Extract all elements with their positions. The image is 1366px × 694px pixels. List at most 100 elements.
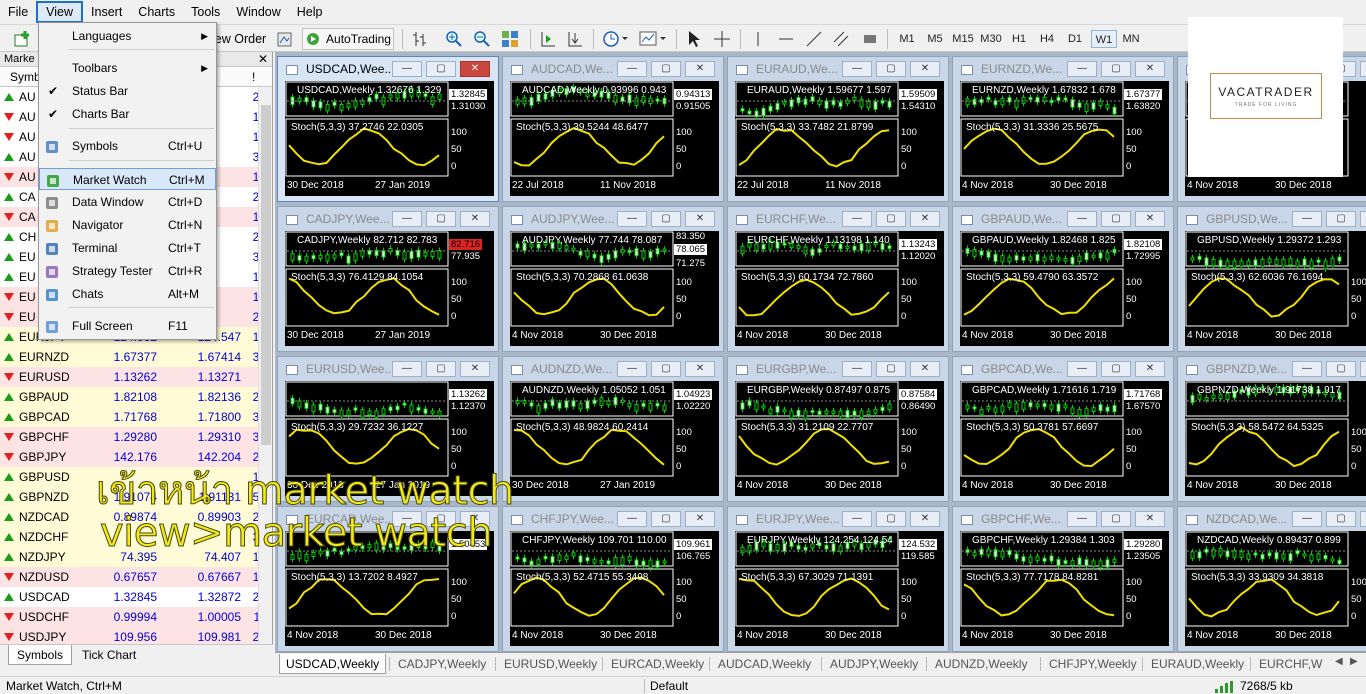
view-menu-languages[interactable]: Languages ▶	[39, 25, 216, 47]
timeframe-m15[interactable]: M15	[950, 30, 976, 48]
minimize-button[interactable]: —	[617, 511, 647, 527]
chart-window-title-bar[interactable]: EURCHF,We... — ▢ ✕	[732, 210, 946, 228]
view-menu-full-screen[interactable]: Full Screen F11	[39, 315, 216, 337]
chart-window-title-bar[interactable]: NZDCAD,We... —▢✕	[1182, 510, 1366, 528]
chart-window[interactable]: AUDJPY,Wee... — ▢ ✕ AUDJPY,Weekly 77.744 78.…	[502, 206, 724, 352]
market-watch-row[interactable]: GBPAUD1.821081.8213628	[0, 387, 272, 407]
maximize-button[interactable]: ▢	[1326, 511, 1356, 527]
chart-window[interactable]: AUDNZD,We... — ▢ ✕ AUDNZD,Weekly 1.05052 1.0…	[502, 356, 724, 502]
timeframe-m5[interactable]: M5	[922, 30, 948, 48]
chart-window-title-bar[interactable]: GBPAUD,We... — ▢ ✕	[957, 210, 1171, 228]
chart-window[interactable]: AUDCAD,We... — ▢ ✕ AUDCAD,Weekly 0.93996 0.9…	[502, 56, 724, 202]
chart-canvas[interactable]: AUDNZD,Weekly 1.05052 1.051 Stoch(5,3,3) …	[510, 381, 719, 496]
chart-window[interactable]: EURCHF,We... — ▢ ✕ EURCHF,Weekly 1.13198 1.1…	[727, 206, 949, 352]
chart-shift-button[interactable]	[538, 28, 558, 50]
chart-tab[interactable]: EURAUD,Weekly	[1145, 654, 1250, 674]
chart-canvas[interactable]: EURJPY,Weekly 124.254 124.54 Stoch(5,3,3)…	[735, 531, 944, 646]
close-button[interactable]: ✕	[1135, 211, 1165, 227]
chart-canvas[interactable]: EURCHF,Weekly 1.13198 1.140 Stoch(5,3,3) …	[735, 231, 944, 346]
minimize-button[interactable]: —	[617, 61, 647, 77]
timeframe-h1[interactable]: H1	[1006, 30, 1032, 48]
minimize-button[interactable]: —	[842, 61, 872, 77]
view-menu-strategy-tester[interactable]: Strategy Tester Ctrl+R	[39, 260, 216, 282]
metaeditor-button[interactable]	[276, 28, 294, 50]
timeframe-h4[interactable]: H4	[1034, 30, 1060, 48]
close-button[interactable]: ✕	[685, 211, 715, 227]
chart-window-title-bar[interactable]: GBPUSD,We... —▢✕	[1182, 210, 1366, 228]
view-menu-toolbars[interactable]: Toolbars ▶	[39, 57, 216, 79]
menu-file[interactable]: File	[0, 1, 36, 23]
close-button[interactable]: ✕	[1135, 61, 1165, 77]
chart-window-title-bar[interactable]: AUDJPY,Wee... — ▢ ✕	[507, 210, 721, 228]
minimize-button[interactable]: —	[392, 361, 422, 377]
minimize-button[interactable]: —	[1292, 361, 1322, 377]
maximize-button[interactable]: ▢	[876, 361, 906, 377]
templates-button[interactable]	[638, 28, 668, 50]
menu-insert[interactable]: Insert	[83, 1, 130, 23]
chart-canvas[interactable]: CHFJPY,Weekly 109.701 110.00 Stoch(5,3,3)…	[510, 531, 719, 646]
zoom-in-button[interactable]	[444, 28, 464, 50]
maximize-button[interactable]: ▢	[651, 61, 681, 77]
chart-canvas[interactable]: EURNZD,Weekly 1.67832 1.678 Stoch(5,3,3) …	[960, 81, 1169, 196]
view-menu-terminal[interactable]: Terminal Ctrl+T	[39, 237, 216, 259]
timeframe-w1[interactable]: W1	[1091, 30, 1117, 48]
chart-window-title-bar[interactable]: EURAUD,We... — ▢ ✕	[732, 60, 946, 78]
view-menu-charts-bar[interactable]: ✔ Charts Bar	[39, 103, 216, 125]
autotrading-button[interactable]: AutoTrading	[302, 28, 394, 50]
close-icon[interactable]: ✕	[258, 52, 268, 67]
chart-canvas[interactable]: USDCAD,Weekly 1.32676 1.329 Stoch(5,3,3) …	[285, 81, 494, 196]
tab-symbols[interactable]: Symbols	[8, 645, 73, 665]
timeframe-d1[interactable]: D1	[1062, 30, 1088, 48]
chart-window[interactable]: GBPAUD,We... — ▢ ✕ GBPAUD,Weekly 1.82468 1.8…	[952, 206, 1174, 352]
minimize-button[interactable]: —	[1067, 211, 1097, 227]
tabs-scroll-right-icon[interactable]: ▶	[1350, 656, 1358, 667]
view-menu-market-watch[interactable]: Market Watch Ctrl+M	[39, 168, 216, 190]
market-watch-row[interactable]: GBPCHF1.292801.2931030	[0, 427, 272, 447]
chart-window-title-bar[interactable]: EURGBP,We... — ▢ ✕	[732, 360, 946, 378]
chart-window[interactable]: EURAUD,We... — ▢ ✕ EURAUD,Weekly 1.59677 1.5…	[727, 56, 949, 202]
market-watch-row[interactable]: EURUSD1.132621.132719	[0, 367, 272, 387]
tile-windows-button[interactable]	[500, 28, 520, 50]
minimize-button[interactable]: —	[842, 361, 872, 377]
close-button[interactable]: ✕	[910, 361, 940, 377]
chart-tab[interactable]: CADJPY,Weekly	[392, 654, 492, 674]
maximize-button[interactable]: ▢	[1101, 211, 1131, 227]
chart-window-title-bar[interactable]: EURUSD,Wee... — ▢ ✕	[282, 360, 496, 378]
menu-tools[interactable]: Tools	[183, 1, 228, 23]
chart-window[interactable]: USDCAD,Wee... — ▢ ✕ USDCAD,Weekly 1.32676 1.…	[277, 56, 499, 202]
maximize-button[interactable]: ▢	[876, 61, 906, 77]
minimize-button[interactable]: —	[842, 211, 872, 227]
maximize-button[interactable]: ▢	[876, 211, 906, 227]
timeframe-m1[interactable]: M1	[894, 30, 920, 48]
chart-canvas[interactable]: EURGBP,Weekly 0.87497 0.875 Stoch(5,3,3) …	[735, 381, 944, 496]
menu-charts[interactable]: Charts	[130, 1, 183, 23]
vertical-line-button[interactable]	[750, 28, 766, 50]
maximize-button[interactable]: ▢	[1101, 361, 1131, 377]
maximize-button[interactable]: ▢	[876, 511, 906, 527]
close-button[interactable]: ✕	[1135, 361, 1165, 377]
close-button[interactable]: ✕	[1360, 511, 1366, 527]
chart-tab[interactable]: EURCHF,W	[1253, 654, 1328, 674]
maximize-button[interactable]: ▢	[651, 361, 681, 377]
chart-tab[interactable]: CHFJPY,Weekly	[1043, 654, 1143, 674]
chart-window[interactable]: EURNZD,We... — ▢ ✕ EURNZD,Weekly 1.67832 1.6…	[952, 56, 1174, 202]
chart-canvas[interactable]: AUDCAD,Weekly 0.93996 0.943 Stoch(5,3,3) …	[510, 81, 719, 196]
minimize-button[interactable]: —	[1292, 511, 1322, 527]
view-menu-symbols[interactable]: Symbols Ctrl+U	[39, 135, 216, 157]
chart-window[interactable]: NZDCAD,We... —▢✕ NZDCAD,Weekly 0.89437 0.8…	[1177, 506, 1366, 652]
column-spread[interactable]: !	[252, 67, 258, 86]
maximize-button[interactable]: ▢	[651, 211, 681, 227]
close-button[interactable]: ✕	[460, 361, 490, 377]
maximize-button[interactable]: ▢	[426, 61, 456, 77]
close-button[interactable]: ✕	[910, 211, 940, 227]
chart-window-title-bar[interactable]: GBPNZD,We... —▢✕	[1182, 360, 1366, 378]
chart-canvas[interactable]: EURAUD,Weekly 1.59677 1.597 Stoch(5,3,3) …	[735, 81, 944, 196]
menu-help[interactable]: Help	[289, 1, 331, 23]
close-button[interactable]: ✕	[1360, 211, 1366, 227]
chart-window[interactable]: GBPUSD,We... —▢✕ GBPUSD,Weekly 1.29372 1.2…	[1177, 206, 1366, 352]
view-menu-navigator[interactable]: Navigator Ctrl+N	[39, 214, 216, 236]
market-watch-row[interactable]: NZDUSD0.676570.6766710	[0, 567, 272, 587]
chart-canvas[interactable]: GBPAUD,Weekly 1.82468 1.825 Stoch(5,3,3) …	[960, 231, 1169, 346]
chart-window[interactable]: GBPCHF,We... — ▢ ✕ GBPCHF,Weekly 1.29384 1.3…	[952, 506, 1174, 652]
market-watch-row[interactable]: GBPCAD1.717681.7180032	[0, 407, 272, 427]
